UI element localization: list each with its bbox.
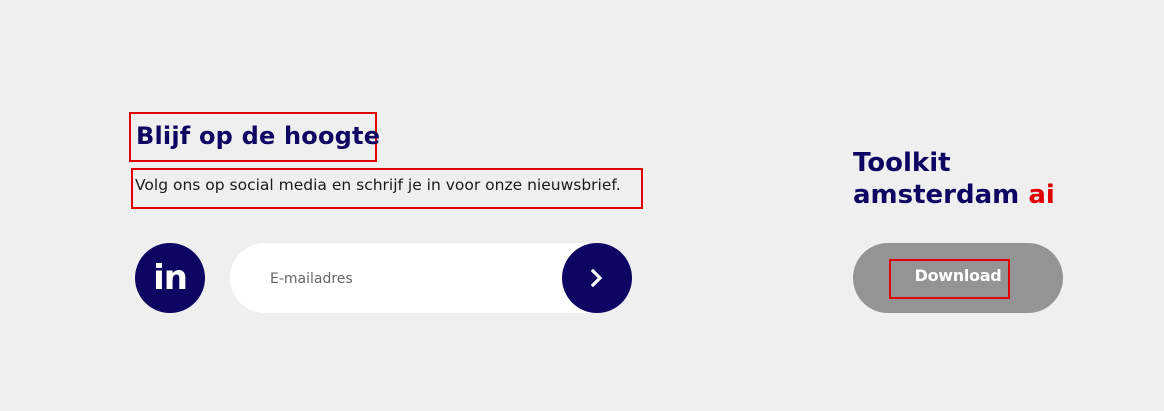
linkedin-button[interactable]: in — [135, 243, 205, 313]
chevron-right-icon — [590, 269, 603, 287]
section-heading: Blijf op de hoogte — [136, 122, 381, 150]
linkedin-icon: in — [153, 258, 188, 298]
submit-button[interactable] — [562, 243, 632, 313]
section-subtitle: Volg ons op social media en schrijf je i… — [135, 176, 621, 194]
download-label[interactable]: Download — [853, 266, 1063, 285]
toolkit-title-line1: Toolkit — [853, 148, 951, 178]
toolkit-title-accent: ai — [1028, 180, 1055, 210]
email-input[interactable] — [268, 263, 552, 295]
toolkit-title-brand: amsterdam — [853, 180, 1020, 210]
newsletter-form — [230, 243, 632, 313]
toolkit-title-line2: amsterdam ai — [853, 179, 1055, 211]
toolkit-title: Toolkit amsterdam ai — [853, 147, 1055, 211]
